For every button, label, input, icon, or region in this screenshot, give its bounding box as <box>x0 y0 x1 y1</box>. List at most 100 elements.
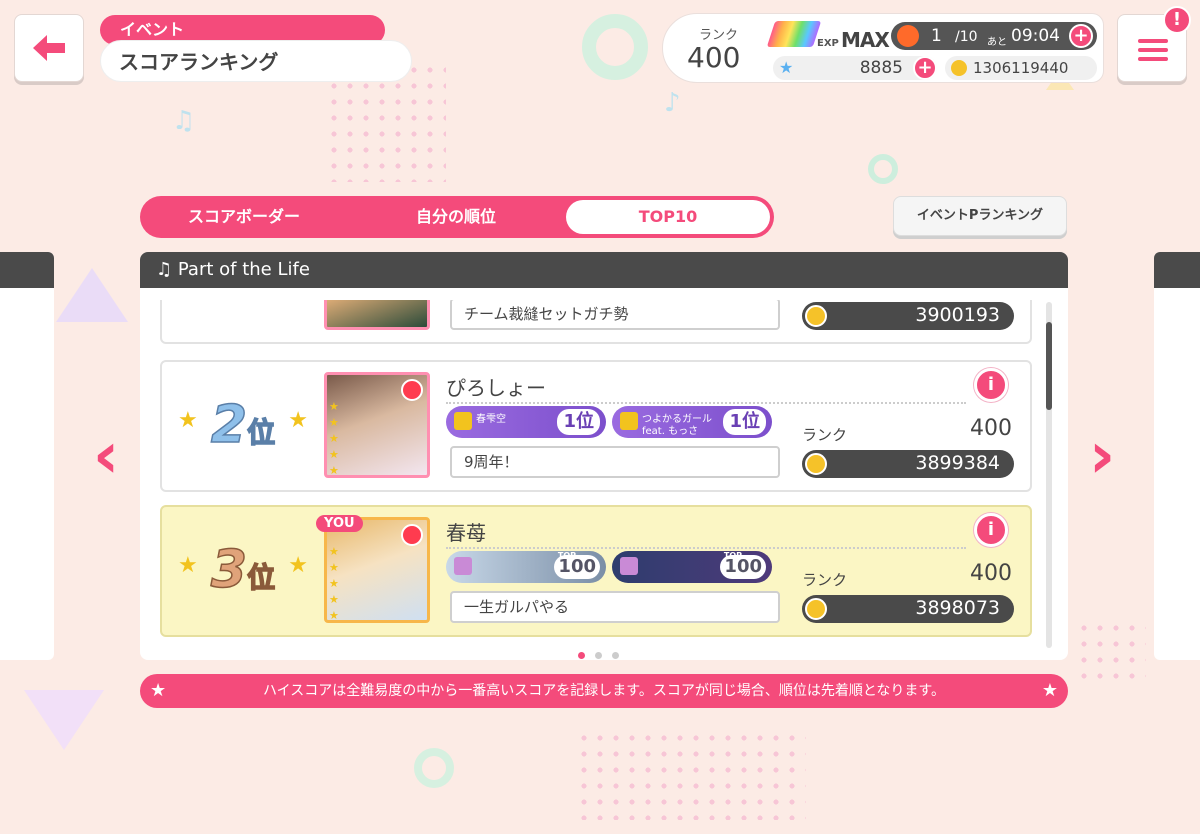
you-badge: YOU <box>316 515 363 532</box>
player-status-panel: ランク 400 EXP MAX 1 /10 あと 09:04 + ★ 8885 … <box>662 13 1104 83</box>
flame-icon <box>897 25 919 47</box>
ring-decoration <box>414 748 454 788</box>
page-title: スコアランキング <box>100 40 412 82</box>
coin-icon <box>951 60 967 76</box>
player-comment: チーム裁縫セットガチ勢 <box>450 300 780 330</box>
ranking-panel: ♫ Part of the Life チーム裁縫セットガチ勢 3900193 ★… <box>140 252 1068 660</box>
menu-notification-badge: ! <box>1163 6 1191 34</box>
star-icon: ★ <box>288 553 308 578</box>
star-icon: ★ <box>178 408 198 433</box>
menu-bar <box>1138 48 1168 52</box>
page-dot <box>612 652 619 659</box>
star-icon: ★ <box>178 553 198 578</box>
score-coin-icon <box>805 598 827 620</box>
rank-place-suffix: 位 <box>246 415 276 450</box>
page-dot <box>578 652 585 659</box>
coin-count: 1306119440 <box>973 59 1069 77</box>
ranking-notice: ★ ハイスコアは全難易度の中から一番高いスコアを記録します。スコアが同じ場合、順… <box>140 674 1068 708</box>
badge-title: つよかるガール feat. もっさ <box>642 414 712 437</box>
badge-rank: 100 <box>554 555 600 579</box>
title-badge: つよかるガール feat. もっさ 1位 <box>612 406 772 438</box>
badge-rank: 1位 <box>723 409 766 435</box>
player-avatar[interactable] <box>324 300 430 330</box>
stamina-current: 1 <box>931 26 942 46</box>
attribute-icon <box>401 524 423 546</box>
ring-decoration <box>868 154 898 184</box>
star-count: 8885 <box>859 58 903 78</box>
song-title: Part of the Life <box>177 259 310 280</box>
star-icon: ★ <box>150 680 167 701</box>
score-bar: 3898073 <box>802 595 1014 623</box>
exp-max-label: MAX <box>841 28 890 52</box>
player-comment: 9周年！ <box>450 446 780 478</box>
badge-title: 春雫空 <box>476 414 506 425</box>
next-song-card <box>1154 252 1200 660</box>
tab-top10[interactable]: TOP10 <box>566 200 770 234</box>
player-avatar[interactable]: ★ ★ ★ ★ ★ <box>324 372 430 478</box>
previous-song-arrow-icon[interactable]: ‹ <box>82 420 130 492</box>
ranking-list[interactable]: チーム裁縫セットガチ勢 3900193 ★ 2位 ★ ★ ★ ★ ★ ★ ぴろしょー i… <box>160 300 1032 650</box>
title-badge: TOP 100 <box>612 551 772 583</box>
ranking-row-3[interactable]: ★ 3位 ★ YOU ★★★★★ 春苺 i TOP 100 TOP 100 一生… <box>160 505 1032 637</box>
player-avatar[interactable]: ★ ★ ★ ★ ★ <box>324 517 430 623</box>
next-song-arrow-icon[interactable]: › <box>1078 420 1126 492</box>
music-note-decoration: ♫ <box>172 106 196 136</box>
page-indicator <box>578 644 629 660</box>
tab-score-border[interactable]: スコアボーダー <box>144 200 344 234</box>
player-rank-label: ランク <box>802 426 848 444</box>
player-rank-value: 400 <box>970 416 1012 441</box>
song-header: ♫ Part of the Life <box>140 252 1068 288</box>
music-note-decoration: ♪ <box>664 88 681 118</box>
player-score: 3899384 <box>915 452 1000 474</box>
badge-rank: 100 <box>720 555 766 579</box>
score-bar: 3899384 <box>802 450 1014 478</box>
triangle-decoration <box>24 690 104 750</box>
score-coin-icon <box>805 453 827 475</box>
badge-rank: 1位 <box>557 409 600 435</box>
crown-icon <box>454 557 472 575</box>
event-point-ranking-button[interactable]: イベントPランキング <box>893 196 1067 236</box>
attribute-icon <box>401 379 423 401</box>
player-rank-label: ランク <box>802 571 848 589</box>
star-icon: ★ <box>288 408 308 433</box>
ranking-tabs: スコアボーダー 自分の順位 TOP10 <box>140 196 774 238</box>
tab-my-rank[interactable]: 自分の順位 <box>354 200 558 234</box>
player-info-button[interactable]: i <box>974 513 1008 547</box>
rank-place-number: 3 <box>210 539 248 601</box>
rarity-stars: ★ ★ ★ ★ ★ <box>329 545 339 622</box>
back-button[interactable] <box>14 14 84 82</box>
title-badge: 春雫空 1位 <box>446 406 606 438</box>
stamina-plus-button[interactable]: + <box>1069 24 1093 48</box>
title-badge: TOP 100 <box>446 551 606 583</box>
time-left-label: あと <box>987 37 1007 48</box>
player-info-button[interactable]: i <box>974 368 1008 402</box>
player-score: 3898073 <box>915 597 1000 619</box>
player-rank-value: 400 <box>687 41 741 74</box>
trophy-icon <box>454 412 472 430</box>
ranking-row-1[interactable]: チーム裁縫セットガチ勢 3900193 <box>160 300 1032 344</box>
trophy-icon <box>620 412 638 430</box>
scrollbar-thumb[interactable] <box>1046 322 1052 410</box>
ranking-notice-text: ハイスコアは全難易度の中から一番高いスコアを記録します。スコアが同じ場合、順位は… <box>262 683 946 699</box>
rank-place-suffix: 位 <box>246 560 276 595</box>
stamina-bar: 1 /10 あと 09:04 <box>891 22 1097 50</box>
back-arrow-icon <box>33 35 65 61</box>
player-score: 3900193 <box>915 304 1000 326</box>
player-rank-value: 400 <box>970 561 1012 586</box>
score-coin-icon <box>805 305 827 327</box>
star-icon: ★ <box>779 58 794 77</box>
triangle-decoration <box>56 268 128 322</box>
rank-place-badge: ★ 2位 ★ <box>178 392 308 462</box>
coin-currency: 1306119440 <box>945 56 1097 80</box>
ring-decoration <box>582 14 648 80</box>
rank-place-number: 2 <box>210 394 248 456</box>
list-scrollbar[interactable] <box>1046 302 1052 648</box>
rank-rainbow-icon <box>766 21 822 47</box>
star-plus-button[interactable]: + <box>913 56 937 80</box>
ranking-row-2[interactable]: ★ 2位 ★ ★ ★ ★ ★ ★ ぴろしょー i 春雫空 1位 つよかるガール feat… <box>160 360 1032 492</box>
stamina-max: /10 <box>955 29 978 45</box>
music-note-icon: ♫ <box>156 259 173 280</box>
star-icon: ★ <box>1041 680 1058 701</box>
menu-bar <box>1138 39 1168 43</box>
rarity-stars: ★ ★ ★ ★ ★ <box>329 400 339 477</box>
